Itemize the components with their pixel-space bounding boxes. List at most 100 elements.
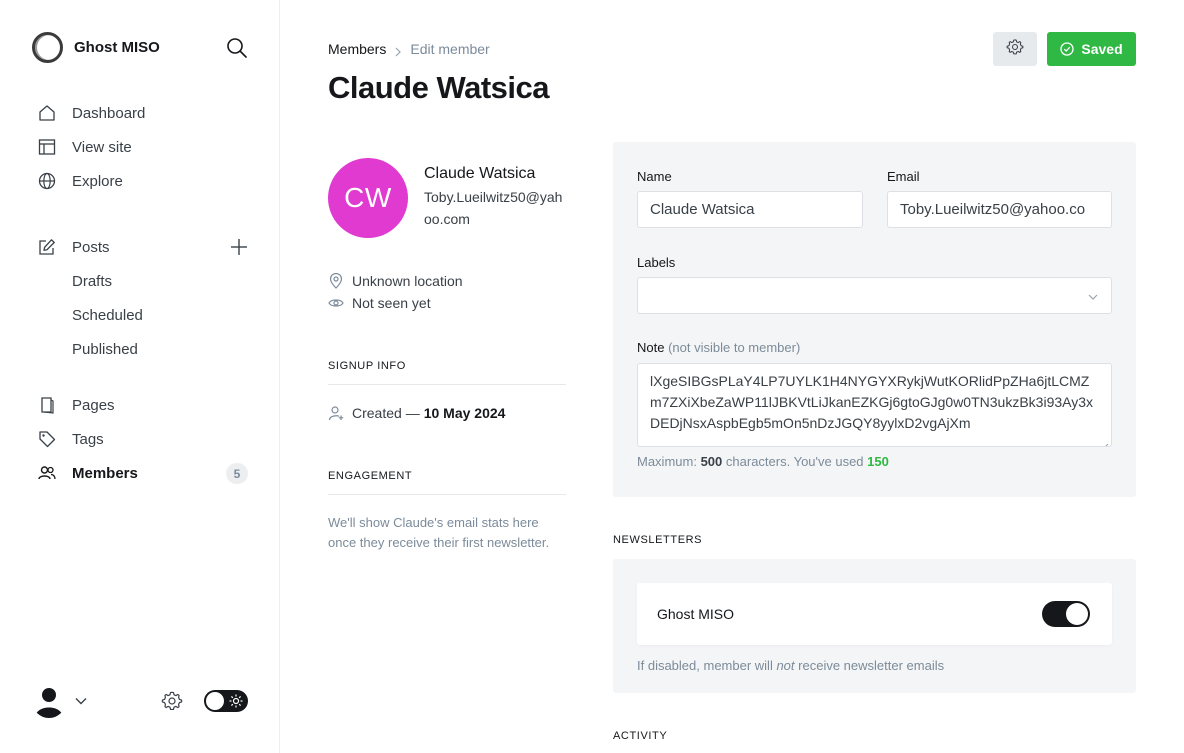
breadcrumb-current: Edit member xyxy=(410,41,490,57)
nav-pages[interactable]: Pages xyxy=(38,388,258,422)
note-label-text: Note xyxy=(637,340,665,355)
member-settings-button[interactable] xyxy=(993,32,1037,66)
toggle-knob xyxy=(206,692,224,710)
brand[interactable]: Ghost MISO xyxy=(32,32,160,63)
member-email: Toby.Lueilwitz50@yahoo.com xyxy=(424,189,563,227)
nav-view-site[interactable]: View site xyxy=(38,130,258,164)
last-seen-text: Not seen yet xyxy=(352,295,431,311)
site-logo xyxy=(32,32,63,63)
nav-scheduled-label: Scheduled xyxy=(72,306,143,324)
nav-drafts[interactable]: Drafts xyxy=(38,264,258,298)
newsletter-help-text: If disabled, member will not receive new… xyxy=(637,658,944,673)
labels-label: Labels xyxy=(637,255,676,270)
member-location: Unknown location xyxy=(328,272,568,289)
counter-used: 150 xyxy=(867,454,889,469)
member-created: Created — 10 May 2024 xyxy=(328,405,505,421)
note-text: lXgeSIBGsPLaY4LP7UYLK1H4NYGYXRykjWutKORl… xyxy=(650,373,1094,431)
nav-dashboard-label: Dashboard xyxy=(72,104,146,122)
counter-mid: characters. You've used xyxy=(725,454,864,469)
layout-icon xyxy=(38,138,56,156)
eye-icon xyxy=(328,295,344,311)
home-icon xyxy=(38,104,56,122)
user-add-icon xyxy=(328,405,344,421)
note-char-counter: Maximum: 500 characters. You've used 150 xyxy=(637,454,889,469)
note-label: Note (not visible to member) xyxy=(637,340,800,355)
nav-explore[interactable]: Explore xyxy=(38,164,258,198)
nav-tags[interactable]: Tags xyxy=(38,422,258,456)
tag-icon xyxy=(38,430,56,448)
nav-explore-label: Explore xyxy=(72,172,123,190)
signup-info-heading: SIGNUP INFO xyxy=(328,360,566,385)
nav-members-label: Members xyxy=(72,464,138,482)
pages-icon xyxy=(38,396,56,414)
member-name: Claude Watsica xyxy=(424,165,536,182)
saved-button-label: Saved xyxy=(1081,41,1123,57)
globe-icon xyxy=(38,172,56,190)
name-label: Name xyxy=(637,169,672,184)
user-avatar[interactable] xyxy=(32,684,66,718)
sun-icon xyxy=(229,694,243,708)
location-text: Unknown location xyxy=(352,273,463,289)
nav-tags-label: Tags xyxy=(72,430,104,448)
newsletters-card: Ghost MISO If disabled, member will not … xyxy=(613,559,1136,693)
newsletter-name: Ghost MISO xyxy=(657,606,735,622)
settings-gear-icon[interactable] xyxy=(161,690,183,712)
newsletter-subscription-toggle[interactable] xyxy=(1042,601,1090,627)
email-label: Email xyxy=(887,169,920,184)
sidebar-footer xyxy=(32,684,248,718)
breadcrumb-members-link[interactable]: Members xyxy=(328,41,386,57)
gear-icon xyxy=(1006,38,1024,61)
location-pin-icon xyxy=(328,272,344,289)
breadcrumb: Members Edit member xyxy=(328,41,490,57)
edit-icon xyxy=(38,238,56,256)
search-icon[interactable] xyxy=(226,37,248,59)
content-nav: Posts Drafts Scheduled Published xyxy=(38,230,258,366)
check-circle-icon xyxy=(1060,42,1075,56)
chevron-right-icon xyxy=(394,44,402,57)
resize-handle-icon[interactable] xyxy=(1101,436,1109,446)
main-content: Members Edit member Claude Watsica Saved… xyxy=(280,0,1184,753)
nav-pages-label: Pages xyxy=(72,396,115,414)
nav-drafts-label: Drafts xyxy=(72,272,113,290)
help-emphasis: not xyxy=(776,658,795,673)
members-count-badge: 5 xyxy=(226,463,248,484)
chevron-down-icon xyxy=(1087,290,1099,302)
nav-dashboard[interactable]: Dashboard xyxy=(38,96,258,130)
engagement-heading: ENGAGEMENT xyxy=(328,470,566,495)
name-input[interactable]: Claude Watsica xyxy=(637,191,863,228)
nav-posts-label: Posts xyxy=(72,238,110,256)
saved-button[interactable]: Saved xyxy=(1047,32,1136,66)
member-last-seen: Not seen yet xyxy=(328,295,568,311)
counter-max: 500 xyxy=(700,454,723,469)
help-suffix: receive newsletter emails xyxy=(798,658,945,673)
nav-view-site-label: View site xyxy=(72,138,132,156)
member-avatar: CW xyxy=(328,158,408,238)
theme-toggle[interactable] xyxy=(204,690,248,712)
nav-scheduled[interactable]: Scheduled xyxy=(38,298,258,332)
note-textarea[interactable]: lXgeSIBGsPLaY4LP7UYLK1H4NYGYXRykjWutKORl… xyxy=(637,363,1112,447)
created-date: 10 May 2024 xyxy=(423,405,506,421)
new-post-plus-icon[interactable] xyxy=(230,238,248,256)
nav-published-label: Published xyxy=(72,340,138,358)
primary-nav: Dashboard View site Explore xyxy=(38,96,258,198)
member-form-card: Name Claude Watsica Email Toby.Lueilwitz… xyxy=(613,142,1136,497)
labels-select[interactable] xyxy=(637,277,1112,314)
site-name: Ghost MISO xyxy=(74,39,160,56)
page-title: Claude Watsica xyxy=(328,70,549,105)
nav-posts[interactable]: Posts xyxy=(38,230,258,264)
newsletter-row: Ghost MISO xyxy=(637,583,1112,645)
activity-heading: ACTIVITY xyxy=(613,730,668,742)
nav-published[interactable]: Published xyxy=(38,332,258,366)
toggle-knob xyxy=(1066,603,1088,625)
newsletters-heading: NEWSLETTERS xyxy=(613,534,703,546)
chevron-down-icon[interactable] xyxy=(74,694,88,708)
engagement-text: We'll show Claude's email stats here onc… xyxy=(328,515,550,550)
manage-nav: Pages Tags Members 5 xyxy=(38,388,258,490)
members-icon xyxy=(38,464,56,482)
email-input[interactable]: Toby.Lueilwitz50@yahoo.co xyxy=(887,191,1112,228)
sidebar: Ghost MISO Dashboard View site Explore P… xyxy=(0,0,280,753)
nav-members[interactable]: Members 5 xyxy=(38,456,258,490)
created-label: Created — xyxy=(352,405,420,421)
counter-prefix: Maximum: xyxy=(637,454,697,469)
help-prefix: If disabled, member will xyxy=(637,658,773,673)
